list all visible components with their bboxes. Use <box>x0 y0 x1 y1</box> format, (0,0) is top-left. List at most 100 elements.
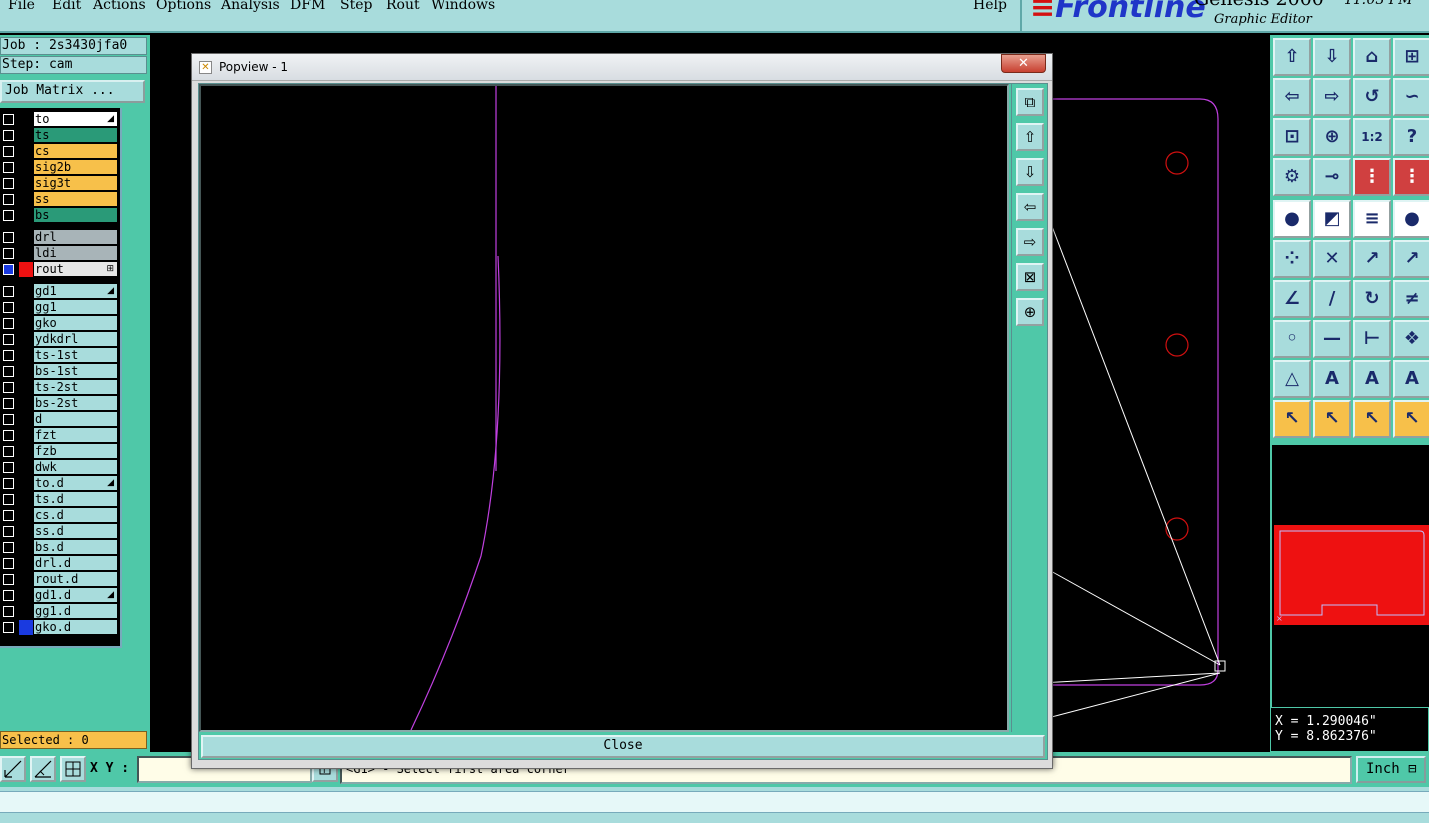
snap-mode-icon[interactable] <box>0 756 26 782</box>
layer-row[interactable]: gd1 ◢ <box>0 284 119 299</box>
layer-row[interactable]: gg1.d <box>0 604 119 619</box>
layer-row[interactable]: rout.d <box>0 572 119 587</box>
pv-pan-right-icon[interactable]: ⇨ <box>1016 228 1044 256</box>
menu-help[interactable]: Help <box>973 0 1007 13</box>
layer-name[interactable]: d <box>34 412 117 427</box>
menu-options[interactable]: Options <box>156 0 211 13</box>
layer-checkbox[interactable] <box>3 210 14 221</box>
layer-row[interactable]: gd1.d ◢ <box>0 588 119 603</box>
layer-view-icon[interactable]: ⚙ <box>1273 158 1311 196</box>
layer-checkbox[interactable] <box>3 558 14 569</box>
window-close-button[interactable]: ✕ <box>1001 54 1046 73</box>
shapes-icon[interactable]: ❖ <box>1393 320 1429 358</box>
layer-name[interactable]: cs <box>34 144 117 159</box>
layer-name[interactable]: gg1.d <box>34 604 117 619</box>
layer-row[interactable]: d <box>0 412 119 427</box>
zoom-fit-icon[interactable]: ⊕ <box>1313 118 1351 156</box>
line-point-icon[interactable]: ↗ <box>1393 240 1429 278</box>
grid-snap-icon[interactable] <box>60 756 86 782</box>
layer-name[interactable]: gd1.d ◢ <box>34 588 117 603</box>
line-icon[interactable]: / <box>1313 280 1351 318</box>
layer-checkbox[interactable] <box>3 162 14 173</box>
move-point-icon[interactable]: ↗ <box>1353 240 1391 278</box>
layer-checkbox[interactable] <box>3 510 14 521</box>
layer-checkbox[interactable] <box>3 146 14 157</box>
layer-checkbox[interactable] <box>3 248 14 259</box>
snap-icon[interactable]: ∽ <box>1393 78 1429 116</box>
layer-name[interactable]: sig3t <box>34 176 117 191</box>
connect-nodes-icon[interactable]: ⁘ <box>1273 240 1311 278</box>
layer-row[interactable]: cs.d <box>0 508 119 523</box>
layer-name[interactable]: gko <box>34 316 117 331</box>
layer-name[interactable]: fzb <box>34 444 117 459</box>
layer-name[interactable]: bs <box>34 208 117 223</box>
home-icon[interactable]: ⌂ <box>1353 38 1391 76</box>
delete-point-icon[interactable]: ✕ <box>1313 240 1351 278</box>
layer-name[interactable]: bs-1st <box>34 364 117 379</box>
pv-pan-down-icon[interactable]: ⇩ <box>1016 158 1044 186</box>
layer-checkbox[interactable] <box>3 232 14 243</box>
layer-row[interactable]: ts-2st <box>0 380 119 395</box>
zoom-home-icon[interactable]: ⇧ <box>1273 38 1311 76</box>
layer-checkbox[interactable] <box>3 398 14 409</box>
pad-icon[interactable]: ⊸ <box>1313 158 1351 196</box>
layer-name[interactable]: ts-1st <box>34 348 117 363</box>
text-a-icon[interactable]: A <box>1313 360 1351 398</box>
layer-row[interactable]: fzt <box>0 428 119 443</box>
add-surface-icon[interactable]: ◩ <box>1313 200 1351 238</box>
pv-snapshot-icon[interactable]: ⧉ <box>1016 88 1044 116</box>
layer-checkbox[interactable] <box>3 264 14 275</box>
layer-row[interactable]: ldi <box>0 246 119 261</box>
menu-analysis[interactable]: Analysis <box>221 0 280 13</box>
layer-name[interactable]: bs-2st <box>34 396 117 411</box>
layer-name[interactable]: ts <box>34 128 117 143</box>
layer-checkbox[interactable] <box>3 494 14 505</box>
fit-all-icon[interactable]: ⊡ <box>1273 118 1311 156</box>
select-route-icon[interactable]: ↖ <box>1393 400 1429 438</box>
select-arrow-icon[interactable]: ↖ <box>1273 400 1311 438</box>
layer-checkbox[interactable] <box>3 178 14 189</box>
layer-row[interactable]: rout ⊞ <box>0 262 119 277</box>
pv-pan-left-icon[interactable]: ⇦ <box>1016 193 1044 221</box>
layer-row[interactable]: drl <box>0 230 119 245</box>
popview-titlebar[interactable]: ✕ Popview - 1 ✕ <box>192 54 1052 81</box>
layer-row[interactable]: bs-2st <box>0 396 119 411</box>
layer-name[interactable]: ss <box>34 192 117 207</box>
layer-name[interactable]: drl <box>34 230 117 245</box>
layer-checkbox[interactable] <box>3 542 14 553</box>
text-small-icon[interactable]: △ <box>1273 360 1311 398</box>
layer-row[interactable]: bs-1st <box>0 364 119 379</box>
layer-name[interactable]: ldi <box>34 246 117 261</box>
pan-down-icon[interactable]: ⇩ <box>1313 38 1351 76</box>
layer-row[interactable]: ss <box>0 192 119 207</box>
layer-row[interactable]: cs <box>0 144 119 159</box>
layer-checkbox[interactable] <box>3 606 14 617</box>
layer-checkbox[interactable] <box>3 622 14 633</box>
layer-name[interactable]: ydkdrl <box>34 332 117 347</box>
layer-name[interactable]: bs.d <box>34 540 117 555</box>
layer-name[interactable]: rout.d <box>34 572 117 587</box>
undo-zoom-icon[interactable]: ↺ <box>1353 78 1391 116</box>
layer-checkbox[interactable] <box>3 382 14 393</box>
ratio-1-2-icon[interactable]: 1:2 <box>1353 118 1391 156</box>
measure-icon[interactable]: ≡ <box>1353 200 1391 238</box>
select-lasso-icon[interactable]: ↖ <box>1353 400 1391 438</box>
pv-zoom-in-icon[interactable]: ⊠ <box>1016 263 1044 291</box>
layer-row[interactable]: bs.d <box>0 540 119 555</box>
layer-row[interactable]: ts.d <box>0 492 119 507</box>
layer-row[interactable]: ts-1st <box>0 348 119 363</box>
line-dash-icon[interactable]: — <box>1313 320 1351 358</box>
pan-right-icon[interactable]: ⇨ <box>1313 78 1351 116</box>
layer-name[interactable]: cs.d <box>34 508 117 523</box>
pan-left-icon[interactable]: ⇦ <box>1273 78 1311 116</box>
layer-row[interactable]: to ◢ <box>0 112 119 127</box>
text-strike-icon[interactable]: A <box>1393 360 1429 398</box>
add-pad-icon[interactable]: ● <box>1273 200 1311 238</box>
dimension-icon[interactable]: ⊢ <box>1353 320 1391 358</box>
layer-name[interactable]: fzt <box>34 428 117 443</box>
angle-icon[interactable]: ∠ <box>1273 280 1311 318</box>
unit-selector[interactable]: Inch ⊟ <box>1356 756 1426 783</box>
layer-name[interactable]: rout ⊞ <box>34 262 117 277</box>
layer-name[interactable]: ts-2st <box>34 380 117 395</box>
layer-checkbox[interactable] <box>3 574 14 585</box>
